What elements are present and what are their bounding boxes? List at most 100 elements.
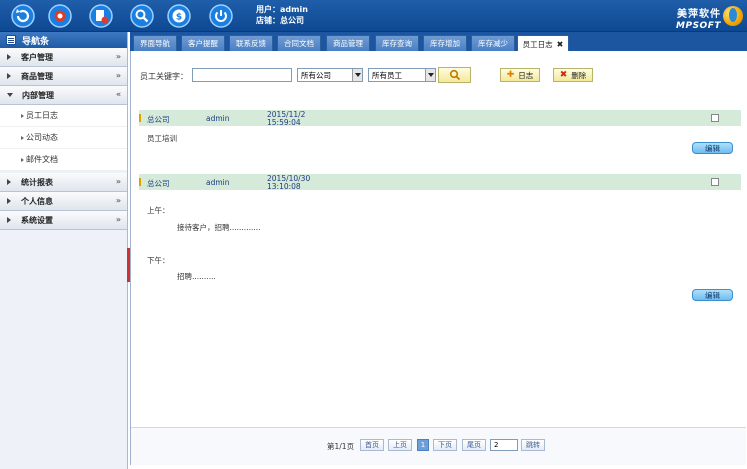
chevron-down-icon: » bbox=[115, 196, 121, 205]
tab-employee-log[interactable]: 员工日志 ✖ bbox=[517, 35, 569, 52]
add-log-button[interactable]: ✚ 日志 bbox=[500, 68, 540, 82]
entry-user: admin bbox=[206, 114, 230, 123]
employee-select[interactable]: 所有员工 bbox=[368, 68, 436, 82]
entry-company: 总公司 bbox=[147, 115, 170, 124]
entry-content-line: 下午： bbox=[147, 256, 170, 265]
tab-goods-manage[interactable]: 商品管理 bbox=[326, 35, 370, 51]
goto-page-input[interactable]: 2 bbox=[490, 439, 518, 451]
sidebar-item-employee-log[interactable]: 员工日志 bbox=[0, 105, 127, 127]
tab-bar: 界面导航 客户提醒 联系反馈 合同文档 商品管理 库存查询 库存增加 库存减少 … bbox=[130, 32, 747, 52]
prev-page-button[interactable]: 上页 bbox=[388, 439, 412, 451]
chevron-down-icon: » bbox=[115, 177, 121, 186]
section-label: 客户管理 bbox=[21, 52, 53, 62]
last-page-button[interactable]: 尾页 bbox=[462, 439, 486, 451]
sidebar-section-personal[interactable]: 个人信息 » bbox=[0, 192, 127, 211]
tab-stock-add[interactable]: 库存增加 bbox=[423, 35, 467, 51]
sidebar-section-customer[interactable]: 客户管理 » bbox=[0, 48, 127, 67]
sidebar-section-reports[interactable]: 统计报表 » bbox=[0, 173, 127, 192]
entry-content-line: 接待客户，招聘............. bbox=[177, 223, 261, 232]
entry-company: 总公司 bbox=[147, 179, 170, 188]
log-entry-header: 总公司 admin 2015/11/2 15:59:04 bbox=[139, 110, 741, 127]
store-label: 店铺：总公司 bbox=[256, 16, 304, 25]
tab-contract-docs[interactable]: 合同文档 bbox=[277, 35, 321, 51]
log-entry-header: 总公司 admin 2015/10/30 13:10:08 bbox=[139, 174, 741, 191]
customer-icon[interactable] bbox=[48, 4, 72, 28]
user-info: 用户：admin 店铺：总公司 bbox=[256, 4, 308, 26]
entry-content-line: 招聘.......... bbox=[177, 272, 216, 281]
row-marker bbox=[139, 178, 141, 186]
search-button[interactable] bbox=[438, 67, 471, 83]
chevron-down-icon: » bbox=[115, 215, 121, 224]
row-marker bbox=[139, 114, 141, 122]
refresh-icon[interactable] bbox=[11, 4, 35, 28]
expand-arrow-icon bbox=[7, 198, 11, 204]
tab-interface-nav[interactable]: 界面导航 bbox=[133, 35, 177, 51]
section-label: 个人信息 bbox=[21, 196, 53, 206]
entry-checkbox[interactable] bbox=[711, 114, 719, 122]
sidebar-title: 导航条 bbox=[22, 36, 50, 47]
sidebar: 导航条 客户管理 » 商品管理 » 内部管理 » 员工日志 公司动态 邮件文档 … bbox=[0, 32, 128, 469]
edit-button[interactable]: 编辑 bbox=[692, 142, 733, 154]
entry-time: 15:59:04 bbox=[267, 118, 301, 127]
top-toolbar: $ 用户：admin 店铺：总公司 美萍软件 MPSOFT bbox=[0, 0, 747, 32]
page-info: 第1/1页 bbox=[327, 442, 355, 451]
sidebar-item-company-news[interactable]: 公司动态 bbox=[0, 127, 127, 149]
section-label: 内部管理 bbox=[22, 90, 54, 100]
current-page-button[interactable]: 1 bbox=[417, 439, 429, 451]
sidebar-section-internal[interactable]: 内部管理 » bbox=[0, 86, 127, 105]
tab-contact-feedback[interactable]: 联系反馈 bbox=[229, 35, 273, 51]
chevron-up-icon: » bbox=[115, 90, 121, 99]
sidebar-section-goods[interactable]: 商品管理 » bbox=[0, 67, 127, 86]
main-panel: 员工关键字： 所有公司 所有员工 ✚ 日志 ✖ 删除 总公司 admin 201… bbox=[130, 51, 746, 465]
chevron-down-icon: » bbox=[115, 71, 121, 80]
tab-stock-query[interactable]: 库存查询 bbox=[375, 35, 419, 51]
money-icon[interactable]: $ bbox=[167, 4, 191, 28]
delete-icon: ✖ bbox=[559, 70, 568, 80]
brand-logo-text: 美萍软件 MPSOFT bbox=[676, 5, 721, 31]
entry-content-line: 上午： bbox=[147, 206, 170, 215]
list-icon bbox=[6, 35, 16, 45]
expand-arrow-icon bbox=[7, 217, 11, 223]
add-log-label: 日志 bbox=[518, 70, 534, 80]
delete-button[interactable]: ✖ 删除 bbox=[553, 68, 593, 82]
keyword-input[interactable] bbox=[192, 68, 292, 82]
pagination: 第1/1页 首页 上页 1 下页 尾页 2 跳转 bbox=[131, 427, 746, 465]
tab-label: 员工日志 bbox=[522, 39, 553, 49]
sidebar-section-settings[interactable]: 系统设置 » bbox=[0, 211, 127, 230]
close-icon[interactable]: ✖ bbox=[557, 40, 564, 49]
keyword-label: 员工关键字： bbox=[140, 72, 188, 81]
expand-arrow-icon bbox=[7, 179, 11, 185]
power-icon[interactable] bbox=[209, 4, 233, 28]
sidebar-item-mail-docs[interactable]: 邮件文档 bbox=[0, 149, 127, 171]
brand-logo-icon bbox=[723, 6, 743, 26]
svg-text:$: $ bbox=[176, 13, 182, 23]
plus-icon: ✚ bbox=[506, 70, 515, 80]
jump-button[interactable]: 跳转 bbox=[521, 439, 545, 451]
collapse-arrow-icon bbox=[7, 93, 13, 97]
company-select-value: 所有公司 bbox=[301, 70, 331, 80]
section-label: 商品管理 bbox=[21, 71, 53, 81]
delete-label: 删除 bbox=[571, 70, 587, 80]
company-select[interactable]: 所有公司 bbox=[297, 68, 363, 82]
dropdown-arrow-icon bbox=[425, 69, 435, 81]
brand-en: MPSOFT bbox=[676, 21, 721, 31]
employee-select-value: 所有员工 bbox=[372, 70, 402, 80]
sidebar-header: 导航条 bbox=[0, 32, 127, 48]
entry-checkbox[interactable] bbox=[711, 178, 719, 186]
chevron-down-icon: » bbox=[115, 52, 121, 61]
search-icon bbox=[449, 69, 460, 81]
next-page-button[interactable]: 下页 bbox=[433, 439, 457, 451]
tab-customer-reminder[interactable]: 客户提醒 bbox=[181, 35, 225, 51]
entry-user: admin bbox=[206, 178, 230, 187]
section-label: 统计报表 bbox=[21, 177, 53, 187]
expand-arrow-icon bbox=[7, 73, 11, 79]
section-label: 系统设置 bbox=[21, 215, 53, 225]
search-icon[interactable] bbox=[130, 4, 154, 28]
first-page-button[interactable]: 首页 bbox=[360, 439, 384, 451]
edit-button[interactable]: 编辑 bbox=[692, 289, 733, 301]
expand-arrow-icon bbox=[7, 54, 11, 60]
brand-cn: 美萍软件 bbox=[677, 9, 721, 20]
document-icon[interactable] bbox=[89, 4, 113, 28]
dropdown-arrow-icon bbox=[352, 69, 362, 81]
tab-stock-reduce[interactable]: 库存减少 bbox=[471, 35, 515, 51]
